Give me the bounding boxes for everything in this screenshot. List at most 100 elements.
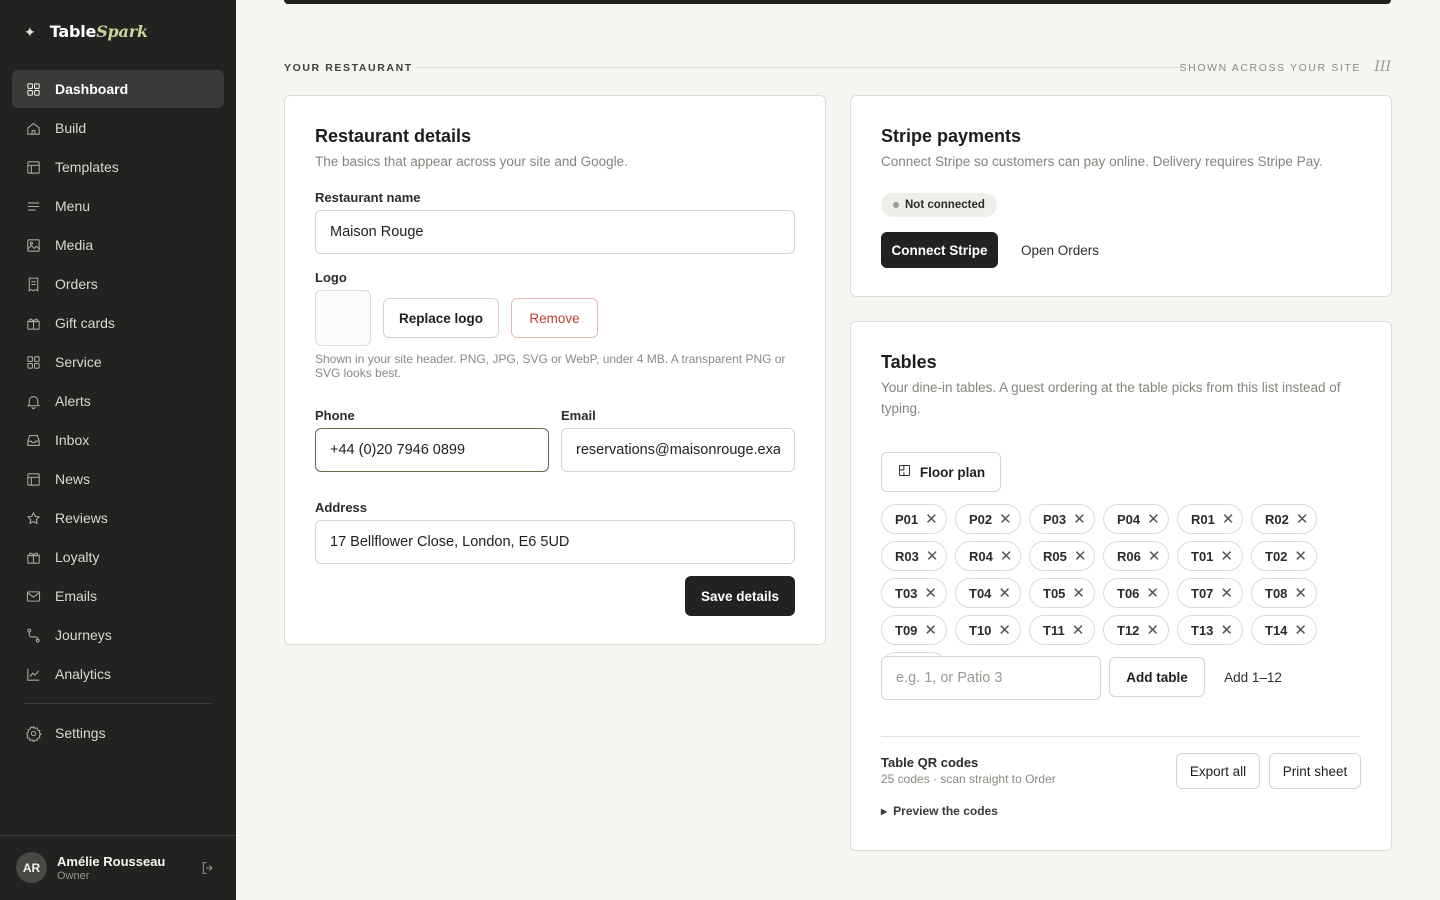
- replace-logo-button[interactable]: Replace logo: [383, 298, 499, 338]
- avatar[interactable]: AR: [16, 852, 47, 883]
- section-numeral: III: [1374, 59, 1391, 75]
- sidebar-item-gift-cards[interactable]: Gift cards: [12, 304, 224, 342]
- floor-plan-button[interactable]: Floor plan: [881, 452, 1001, 492]
- remove-logo-button[interactable]: Remove: [511, 298, 598, 338]
- add-table-button[interactable]: Add table: [1109, 657, 1205, 697]
- sidebar-item-templates[interactable]: Templates: [12, 148, 224, 186]
- close-icon[interactable]: ✕: [1294, 623, 1307, 638]
- table-chip: R01 ✕: [1177, 504, 1243, 534]
- export-all-button[interactable]: Export all: [1176, 753, 1260, 789]
- brand-logo[interactable]: ✦ TableSpark: [24, 22, 148, 41]
- close-icon[interactable]: ✕: [926, 549, 939, 564]
- logo-preview[interactable]: [315, 290, 371, 346]
- phone-input[interactable]: [315, 428, 549, 472]
- restaurant-name-input[interactable]: [315, 210, 795, 254]
- sidebar-item-news[interactable]: News: [12, 460, 224, 498]
- sidebar-item-orders[interactable]: Orders: [12, 265, 224, 303]
- layout-icon: [27, 160, 40, 174]
- table-chip-label: T01: [1191, 548, 1214, 564]
- sidebar-item-loyalty[interactable]: Loyalty: [12, 538, 224, 576]
- sidebar-item-label: Reviews: [55, 510, 108, 526]
- top-banner-edge: [284, 0, 1391, 4]
- sidebar-item-alerts[interactable]: Alerts: [12, 382, 224, 420]
- close-icon[interactable]: ✕: [1220, 623, 1233, 638]
- close-icon[interactable]: ✕: [999, 512, 1012, 527]
- table-chip-label: T13: [1191, 622, 1214, 638]
- table-chip: T06 ✕: [1103, 578, 1169, 608]
- email-input[interactable]: [561, 428, 795, 472]
- close-icon[interactable]: ✕: [1148, 549, 1161, 564]
- restaurant-name-label: Restaurant name: [315, 190, 421, 205]
- close-icon[interactable]: ✕: [1073, 512, 1086, 527]
- close-icon[interactable]: ✕: [1146, 586, 1159, 601]
- qr-codes-count: 25 codes · scan straight to Order: [881, 772, 1056, 786]
- close-icon[interactable]: ✕: [1220, 549, 1233, 564]
- close-icon[interactable]: ✕: [1220, 586, 1233, 601]
- close-icon[interactable]: ✕: [924, 623, 937, 638]
- sidebar-item-emails[interactable]: Emails: [12, 577, 224, 615]
- close-icon[interactable]: ✕: [1294, 586, 1307, 601]
- close-icon[interactable]: ✕: [1147, 512, 1160, 527]
- print-sheet-button[interactable]: Print sheet: [1269, 753, 1361, 789]
- sidebar-item-settings[interactable]: Settings: [12, 714, 224, 752]
- close-icon[interactable]: ✕: [1072, 623, 1085, 638]
- star-icon: [26, 511, 41, 524]
- sidebar-item-journeys[interactable]: Journeys: [12, 616, 224, 654]
- close-icon[interactable]: ✕: [1072, 586, 1085, 601]
- sidebar-item-label: Build: [55, 120, 87, 136]
- close-icon[interactable]: ✕: [1146, 623, 1159, 638]
- sidebar-item-dashboard[interactable]: Dashboard: [12, 70, 224, 108]
- close-icon[interactable]: ✕: [924, 586, 937, 601]
- preview-label: Preview the codes: [893, 804, 998, 818]
- status-dot: [893, 202, 899, 208]
- section-header: YOUR RESTAURANT SHOWN ACROSS YOUR SITE I…: [284, 59, 1391, 75]
- restaurant-details-card: Restaurant details The basics that appea…: [284, 95, 826, 645]
- sidebar-divider: [24, 703, 212, 704]
- table-chip: P01 ✕: [881, 504, 947, 534]
- table-chip-label: P03: [1043, 511, 1067, 527]
- sidebar-item-label: Alerts: [55, 393, 91, 409]
- card-title: Restaurant details: [315, 126, 472, 146]
- table-chip: T03 ✕: [881, 578, 947, 608]
- logout-icon[interactable]: [200, 860, 216, 876]
- table-name-input[interactable]: [881, 656, 1101, 700]
- add-range-button[interactable]: Add 1–12: [1217, 657, 1289, 697]
- close-icon[interactable]: ✕: [1296, 512, 1309, 527]
- close-icon[interactable]: ✕: [1074, 549, 1087, 564]
- card-subtitle: The basics that appear across your site …: [315, 154, 628, 169]
- close-icon[interactable]: ✕: [1000, 549, 1013, 564]
- close-icon[interactable]: ✕: [925, 512, 938, 527]
- table-chip: R04 ✕: [955, 541, 1021, 571]
- sidebar-item-analytics[interactable]: Analytics: [12, 655, 224, 693]
- sidebar-item-reviews[interactable]: Reviews: [12, 499, 224, 537]
- table-chip-label: P02: [969, 511, 993, 527]
- table-chip-label: R04: [969, 548, 993, 564]
- table-chip-label: R05: [1043, 548, 1067, 564]
- table-chip-label: T02: [1265, 548, 1288, 564]
- receipt-icon: [28, 277, 39, 292]
- sidebar-item-menu[interactable]: Menu: [12, 187, 224, 225]
- sidebar-item-label: Service: [55, 354, 102, 370]
- close-icon[interactable]: ✕: [1222, 512, 1235, 527]
- section-divider: [881, 736, 1360, 737]
- table-chip: T01 ✕: [1177, 541, 1243, 571]
- user-panel: AR Amélie Rousseau Owner: [0, 835, 236, 900]
- sidebar-item-inbox[interactable]: Inbox: [12, 421, 224, 459]
- open-orders-link[interactable]: Open Orders: [1013, 232, 1107, 268]
- close-icon[interactable]: ✕: [998, 623, 1011, 638]
- save-details-button[interactable]: Save details: [685, 576, 795, 616]
- preview-codes-toggle[interactable]: ▶ Preview the codes: [881, 804, 998, 818]
- card-title: Stripe payments: [881, 126, 1022, 146]
- sidebar-item-service[interactable]: Service: [12, 343, 224, 381]
- table-chip: P03 ✕: [1029, 504, 1095, 534]
- table-chip: T10 ✕: [955, 615, 1021, 645]
- address-input[interactable]: [315, 520, 795, 564]
- table-chip: T07 ✕: [1177, 578, 1243, 608]
- connect-stripe-button[interactable]: Connect Stripe: [881, 232, 998, 268]
- sidebar-item-media[interactable]: Media: [12, 226, 224, 264]
- close-icon[interactable]: ✕: [1294, 549, 1307, 564]
- bell-icon: [27, 395, 40, 409]
- close-icon[interactable]: ✕: [998, 586, 1011, 601]
- sidebar-item-build[interactable]: Build: [12, 109, 224, 147]
- table-chip-label: P01: [895, 511, 919, 527]
